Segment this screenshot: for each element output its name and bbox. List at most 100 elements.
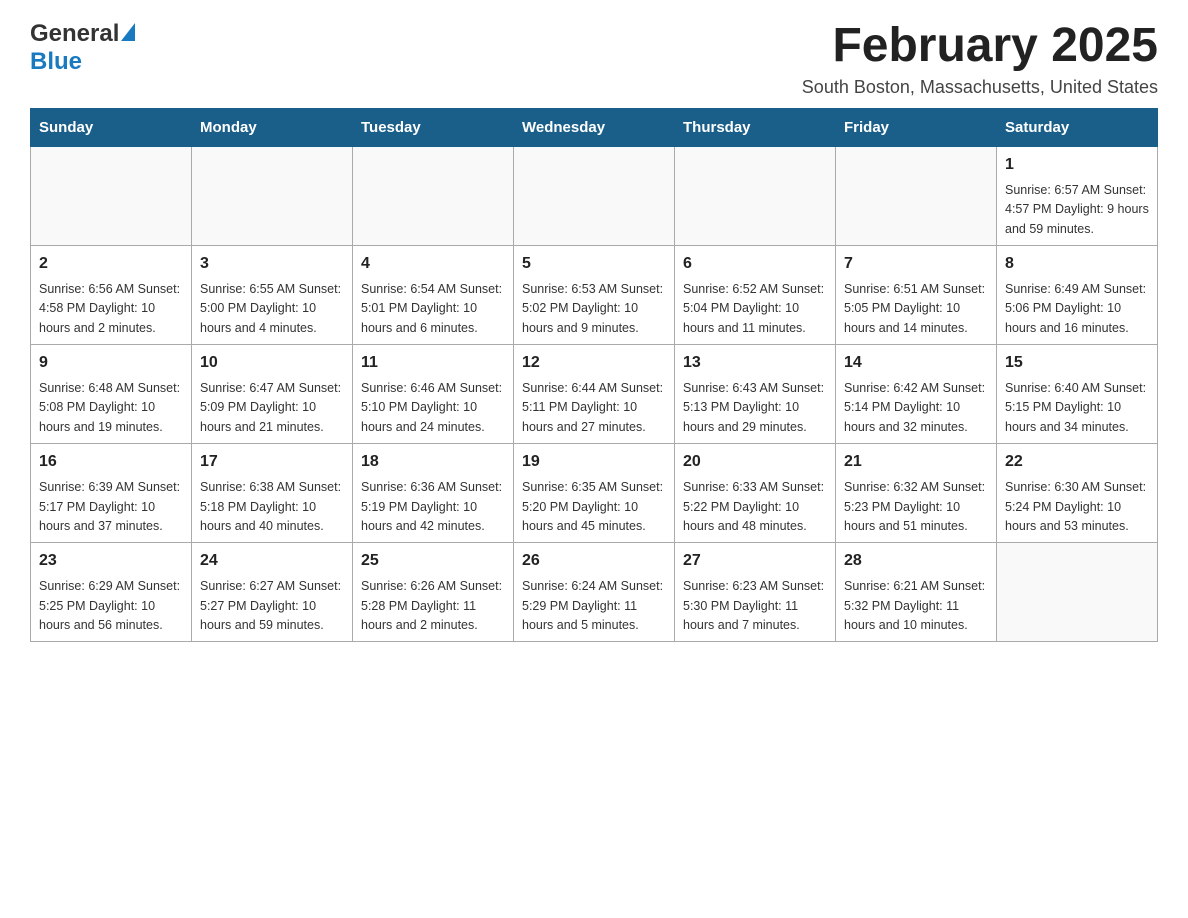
day-number: 7	[844, 252, 988, 276]
day-number: 20	[683, 450, 827, 474]
day-info: Sunrise: 6:49 AM Sunset: 5:06 PM Dayligh…	[1005, 280, 1149, 338]
day-info: Sunrise: 6:56 AM Sunset: 4:58 PM Dayligh…	[39, 280, 183, 338]
calendar-header-row: SundayMondayTuesdayWednesdayThursdayFrid…	[31, 108, 1158, 146]
calendar-day-cell: 4 Sunrise: 6:54 AM Sunset: 5:01 PM Daylig…	[353, 245, 514, 344]
calendar-day-header: Tuesday	[353, 108, 514, 146]
day-info: Sunrise: 6:30 AM Sunset: 5:24 PM Dayligh…	[1005, 478, 1149, 536]
day-info: Sunrise: 6:24 AM Sunset: 5:29 PM Dayligh…	[522, 577, 666, 635]
calendar-week-row: 9 Sunrise: 6:48 AM Sunset: 5:08 PM Daylig…	[31, 345, 1158, 444]
calendar-day-cell: 1Sunrise: 6:57 AM Sunset: 4:57 PM Daylig…	[997, 146, 1158, 245]
calendar-day-cell	[675, 146, 836, 245]
day-info: Sunrise: 6:40 AM Sunset: 5:15 PM Dayligh…	[1005, 379, 1149, 437]
calendar-week-row: 16 Sunrise: 6:39 AM Sunset: 5:17 PM Dayli…	[31, 444, 1158, 543]
day-number: 10	[200, 351, 344, 375]
day-info: Sunrise: 6:33 AM Sunset: 5:22 PM Dayligh…	[683, 478, 827, 536]
calendar-day-cell: 19 Sunrise: 6:35 AM Sunset: 5:20 PM Dayli…	[514, 444, 675, 543]
calendar-day-header: Sunday	[31, 108, 192, 146]
day-info: Sunrise: 6:29 AM Sunset: 5:25 PM Dayligh…	[39, 577, 183, 635]
day-info: Sunrise: 6:26 AM Sunset: 5:28 PM Dayligh…	[361, 577, 505, 635]
logo-arrow-icon	[121, 23, 135, 41]
day-info: Sunrise: 6:42 AM Sunset: 5:14 PM Dayligh…	[844, 379, 988, 437]
day-number: 12	[522, 351, 666, 375]
day-info: Sunrise: 6:23 AM Sunset: 5:30 PM Dayligh…	[683, 577, 827, 635]
calendar-day-cell	[353, 146, 514, 245]
page-header: General Blue February 2025 South Boston,…	[30, 20, 1158, 98]
logo-general-text: General	[30, 20, 119, 48]
day-info: Sunrise: 6:53 AM Sunset: 5:02 PM Dayligh…	[522, 280, 666, 338]
calendar-table: SundayMondayTuesdayWednesdayThursdayFrid…	[30, 108, 1158, 643]
day-info: Sunrise: 6:57 AM Sunset: 4:57 PM Dayligh…	[1005, 181, 1149, 239]
day-number: 11	[361, 351, 505, 375]
day-info: Sunrise: 6:35 AM Sunset: 5:20 PM Dayligh…	[522, 478, 666, 536]
calendar-day-header: Thursday	[675, 108, 836, 146]
day-number: 4	[361, 252, 505, 276]
calendar-day-cell: 24 Sunrise: 6:27 AM Sunset: 5:27 PM Dayli…	[192, 543, 353, 642]
day-number: 3	[200, 252, 344, 276]
day-number: 6	[683, 252, 827, 276]
calendar-day-cell: 16 Sunrise: 6:39 AM Sunset: 5:17 PM Dayli…	[31, 444, 192, 543]
calendar-day-cell: 17 Sunrise: 6:38 AM Sunset: 5:18 PM Dayli…	[192, 444, 353, 543]
day-info: Sunrise: 6:27 AM Sunset: 5:27 PM Dayligh…	[200, 577, 344, 635]
day-info: Sunrise: 6:52 AM Sunset: 5:04 PM Dayligh…	[683, 280, 827, 338]
day-number: 15	[1005, 351, 1149, 375]
calendar-day-cell: 11 Sunrise: 6:46 AM Sunset: 5:10 PM Dayli…	[353, 345, 514, 444]
day-number: 5	[522, 252, 666, 276]
calendar-week-row: 2 Sunrise: 6:56 AM Sunset: 4:58 PM Daylig…	[31, 245, 1158, 344]
day-number: 28	[844, 549, 988, 573]
calendar-day-cell: 7 Sunrise: 6:51 AM Sunset: 5:05 PM Daylig…	[836, 245, 997, 344]
day-info: Sunrise: 6:39 AM Sunset: 5:17 PM Dayligh…	[39, 478, 183, 536]
calendar-day-cell: 12 Sunrise: 6:44 AM Sunset: 5:11 PM Dayli…	[514, 345, 675, 444]
calendar-day-cell	[31, 146, 192, 245]
calendar-day-cell: 15 Sunrise: 6:40 AM Sunset: 5:15 PM Dayli…	[997, 345, 1158, 444]
calendar-day-header: Friday	[836, 108, 997, 146]
day-number: 2	[39, 252, 183, 276]
day-info: Sunrise: 6:54 AM Sunset: 5:01 PM Dayligh…	[361, 280, 505, 338]
calendar-day-cell	[997, 543, 1158, 642]
day-number: 17	[200, 450, 344, 474]
calendar-day-cell: 3Sunrise: 6:55 AM Sunset: 5:00 PM Daylig…	[192, 245, 353, 344]
calendar-day-cell: 26 Sunrise: 6:24 AM Sunset: 5:29 PM Dayli…	[514, 543, 675, 642]
day-number: 22	[1005, 450, 1149, 474]
day-number: 18	[361, 450, 505, 474]
calendar-day-cell	[514, 146, 675, 245]
day-info: Sunrise: 6:38 AM Sunset: 5:18 PM Dayligh…	[200, 478, 344, 536]
day-info: Sunrise: 6:21 AM Sunset: 5:32 PM Dayligh…	[844, 577, 988, 635]
day-number: 24	[200, 549, 344, 573]
day-info: Sunrise: 6:48 AM Sunset: 5:08 PM Dayligh…	[39, 379, 183, 437]
calendar-day-cell: 21Sunrise: 6:32 AM Sunset: 5:23 PM Dayli…	[836, 444, 997, 543]
calendar-day-cell: 9 Sunrise: 6:48 AM Sunset: 5:08 PM Daylig…	[31, 345, 192, 444]
calendar-day-cell: 10 Sunrise: 6:47 AM Sunset: 5:09 PM Dayli…	[192, 345, 353, 444]
calendar-day-cell: 18 Sunrise: 6:36 AM Sunset: 5:19 PM Dayli…	[353, 444, 514, 543]
day-info: Sunrise: 6:44 AM Sunset: 5:11 PM Dayligh…	[522, 379, 666, 437]
day-number: 9	[39, 351, 183, 375]
day-info: Sunrise: 6:47 AM Sunset: 5:09 PM Dayligh…	[200, 379, 344, 437]
month-title: February 2025	[802, 20, 1158, 73]
calendar-day-cell	[192, 146, 353, 245]
calendar-day-cell: 2 Sunrise: 6:56 AM Sunset: 4:58 PM Daylig…	[31, 245, 192, 344]
calendar-day-cell: 8 Sunrise: 6:49 AM Sunset: 5:06 PM Daylig…	[997, 245, 1158, 344]
calendar-day-cell: 23 Sunrise: 6:29 AM Sunset: 5:25 PM Dayli…	[31, 543, 192, 642]
calendar-week-row: 1Sunrise: 6:57 AM Sunset: 4:57 PM Daylig…	[31, 146, 1158, 245]
day-number: 23	[39, 549, 183, 573]
calendar-day-cell	[836, 146, 997, 245]
day-number: 26	[522, 549, 666, 573]
calendar-week-row: 23 Sunrise: 6:29 AM Sunset: 5:25 PM Dayli…	[31, 543, 1158, 642]
calendar-day-cell: 20 Sunrise: 6:33 AM Sunset: 5:22 PM Dayli…	[675, 444, 836, 543]
calendar-day-cell: 6 Sunrise: 6:52 AM Sunset: 5:04 PM Daylig…	[675, 245, 836, 344]
day-number: 8	[1005, 252, 1149, 276]
calendar-day-cell: 25Sunrise: 6:26 AM Sunset: 5:28 PM Dayli…	[353, 543, 514, 642]
calendar-day-cell: 5 Sunrise: 6:53 AM Sunset: 5:02 PM Daylig…	[514, 245, 675, 344]
day-number: 19	[522, 450, 666, 474]
title-section: February 2025 South Boston, Massachusett…	[802, 20, 1158, 98]
day-number: 16	[39, 450, 183, 474]
day-info: Sunrise: 6:36 AM Sunset: 5:19 PM Dayligh…	[361, 478, 505, 536]
day-info: Sunrise: 6:46 AM Sunset: 5:10 PM Dayligh…	[361, 379, 505, 437]
calendar-day-header: Wednesday	[514, 108, 675, 146]
calendar-day-header: Saturday	[997, 108, 1158, 146]
calendar-day-header: Monday	[192, 108, 353, 146]
calendar-day-cell: 28 Sunrise: 6:21 AM Sunset: 5:32 PM Dayli…	[836, 543, 997, 642]
calendar-day-cell: 14Sunrise: 6:42 AM Sunset: 5:14 PM Dayli…	[836, 345, 997, 444]
location-label: South Boston, Massachusetts, United Stat…	[802, 77, 1158, 98]
day-info: Sunrise: 6:51 AM Sunset: 5:05 PM Dayligh…	[844, 280, 988, 338]
day-info: Sunrise: 6:43 AM Sunset: 5:13 PM Dayligh…	[683, 379, 827, 437]
